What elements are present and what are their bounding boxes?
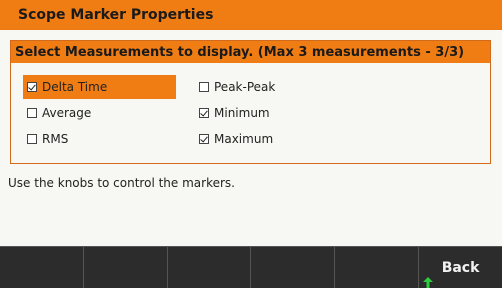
option-label: Maximum <box>214 132 274 146</box>
measurement-panel: Select Measurements to display. (Max 3 m… <box>10 40 491 164</box>
checkbox-minimum[interactable] <box>199 108 209 118</box>
panel-header: Select Measurements to display. (Max 3 m… <box>11 41 490 63</box>
hint-text: Use the knobs to control the markers. <box>8 176 235 190</box>
option-average[interactable]: Average <box>23 101 176 125</box>
option-minimum[interactable]: Minimum <box>195 101 345 125</box>
softkey-1[interactable] <box>0 246 84 288</box>
option-label: RMS <box>42 132 69 146</box>
option-label: Average <box>42 106 92 120</box>
checkbox-maximum[interactable] <box>199 134 209 144</box>
option-label: Peak-Peak <box>214 80 276 94</box>
option-delta-time[interactable]: Delta Time <box>23 75 176 99</box>
option-label: Delta Time <box>42 80 108 94</box>
softkey-3[interactable] <box>167 246 252 288</box>
arrow-up-icon <box>423 277 433 288</box>
option-maximum[interactable]: Maximum <box>195 127 345 151</box>
option-rms[interactable]: RMS <box>23 127 176 151</box>
softkey-5[interactable] <box>335 246 420 288</box>
checkbox-average[interactable] <box>27 108 37 118</box>
softkey-4[interactable] <box>251 246 336 288</box>
checkbox-rms[interactable] <box>27 134 37 144</box>
checkbox-delta-time[interactable] <box>27 82 37 92</box>
checkbox-peak-peak[interactable] <box>199 82 209 92</box>
window-title: Scope Marker Properties <box>0 0 502 30</box>
option-label: Minimum <box>214 106 270 120</box>
softkey-2[interactable] <box>83 246 168 288</box>
option-peak-peak[interactable]: Peak-Peak <box>195 75 345 99</box>
